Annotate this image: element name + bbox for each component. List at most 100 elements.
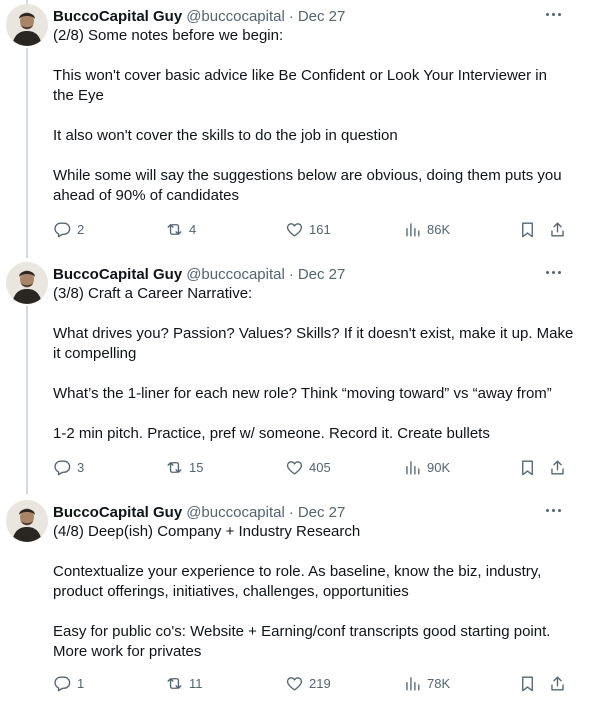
- author-handle[interactable]: @buccocapital: [186, 266, 285, 283]
- tweet[interactable]: BuccoCapital Guy @buccocapital · Dec 27 …: [0, 0, 600, 250]
- text-line: What’s the 1-liner for each new role? Th…: [53, 385, 552, 402]
- views-icon: [406, 222, 420, 237]
- share-icon: [551, 221, 564, 237]
- text-gap: [53, 106, 573, 126]
- share-button[interactable]: [548, 456, 567, 478]
- tweet-text: (4/8) Deep(ish) Company + Industry Resea…: [53, 522, 573, 662]
- separator: ·: [288, 7, 294, 25]
- like-button[interactable]: 161: [285, 218, 331, 240]
- avatar[interactable]: [6, 262, 48, 304]
- text-line: Contextualize your experience to role. A…: [53, 563, 542, 580]
- like-button[interactable]: 405: [285, 456, 331, 478]
- views-button[interactable]: 90K: [403, 456, 450, 478]
- text-line: it compelling: [53, 345, 137, 362]
- bookmark-icon: [522, 221, 533, 237]
- like-button[interactable]: 219: [285, 672, 331, 694]
- text-line: This won't cover basic advice like Be Co…: [53, 67, 547, 84]
- tweet-date[interactable]: Dec 27: [298, 8, 346, 25]
- text-line: 1-2 min pitch. Practice, pref w/ someone…: [53, 425, 490, 442]
- separator: ·: [288, 265, 294, 283]
- heart-icon: [286, 676, 303, 691]
- retweet-count: 4: [189, 221, 197, 237]
- like-count: 161: [309, 221, 331, 237]
- text-gap: [53, 404, 573, 424]
- text-gap: [53, 364, 573, 384]
- author-name[interactable]: BuccoCapital Guy: [53, 266, 182, 283]
- more-icon[interactable]: [540, 262, 566, 282]
- text-line: Easy for public co's: Website + Earning/…: [53, 623, 551, 640]
- share-button[interactable]: [548, 218, 567, 240]
- text-line: ahead of 90% of candidates: [53, 187, 239, 204]
- heart-icon: [286, 222, 303, 237]
- retweet-icon: [167, 461, 182, 473]
- text-line: the Eye: [53, 87, 104, 104]
- text-gap: [53, 46, 573, 66]
- text-gap: [53, 602, 573, 622]
- views-count: 78K: [427, 675, 451, 691]
- views-icon: [406, 676, 420, 691]
- avatar[interactable]: [6, 4, 48, 46]
- author-handle[interactable]: @buccocapital: [186, 504, 285, 521]
- reply-count: 2: [77, 221, 85, 237]
- text-gap: [53, 304, 573, 324]
- text-line: (4/8) Deep(ish) Company + Industry Resea…: [53, 523, 361, 540]
- tweet[interactable]: BuccoCapital Guy @buccocapital · Dec 27 …: [0, 496, 600, 709]
- views-button[interactable]: 86K: [403, 218, 450, 240]
- tweet-header: BuccoCapital Guy @buccocapital · Dec 27: [53, 502, 345, 522]
- views-count: 90K: [427, 459, 451, 475]
- tweet-date[interactable]: Dec 27: [298, 266, 346, 283]
- share-icon: [551, 675, 564, 691]
- views-count: 86K: [427, 221, 451, 237]
- bookmark-button[interactable]: [518, 218, 537, 240]
- retweet-button[interactable]: 15: [165, 456, 203, 478]
- text-line: (2/8) Some notes before we begin:: [53, 27, 284, 44]
- bookmark-button[interactable]: [518, 456, 537, 478]
- tweet-date[interactable]: Dec 27: [298, 504, 346, 521]
- reply-icon: [54, 675, 71, 691]
- action-bar: 2 4 161 86K: [53, 218, 573, 240]
- retweet-button[interactable]: 4: [165, 218, 196, 240]
- tweet-header: BuccoCapital Guy @buccocapital · Dec 27: [53, 264, 345, 284]
- tweet-text: (2/8) Some notes before we begin: This w…: [53, 26, 573, 206]
- share-button[interactable]: [548, 672, 567, 694]
- reply-count: 3: [77, 459, 85, 475]
- author-name[interactable]: BuccoCapital Guy: [53, 504, 182, 521]
- separator: ·: [288, 503, 294, 521]
- retweet-count: 11: [189, 675, 203, 691]
- bookmark-button[interactable]: [518, 672, 537, 694]
- bookmark-icon: [522, 459, 533, 475]
- tweet-text: (3/8) Craft a Career Narrative: What dri…: [53, 284, 573, 444]
- reply-button[interactable]: 3: [53, 456, 84, 478]
- tweet-header: BuccoCapital Guy @buccocapital · Dec 27: [53, 6, 345, 26]
- more-icon[interactable]: [540, 4, 566, 24]
- bookmark-icon: [522, 675, 533, 691]
- like-count: 405: [309, 459, 331, 475]
- reply-icon: [54, 459, 71, 475]
- avatar[interactable]: [6, 500, 48, 542]
- share-icon: [551, 459, 564, 475]
- retweet-count: 15: [189, 459, 204, 475]
- author-name[interactable]: BuccoCapital Guy: [53, 8, 182, 25]
- text-line: More work for privates: [53, 643, 202, 660]
- text-line: It also won't cover the skills to do the…: [53, 127, 398, 144]
- text-line: (3/8) Craft a Career Narrative:: [53, 285, 253, 302]
- author-handle[interactable]: @buccocapital: [186, 8, 285, 25]
- views-icon: [406, 460, 420, 475]
- heart-icon: [286, 460, 303, 475]
- retweet-button[interactable]: 11: [165, 672, 203, 694]
- text-gap: [53, 146, 573, 166]
- reply-button[interactable]: 1: [53, 672, 84, 694]
- tweet[interactable]: BuccoCapital Guy @buccocapital · Dec 27 …: [0, 258, 600, 498]
- more-icon[interactable]: [540, 500, 566, 520]
- reply-button[interactable]: 2: [53, 218, 84, 240]
- like-count: 219: [309, 675, 331, 691]
- text-line: While some will say the suggestions belo…: [53, 167, 562, 184]
- retweet-icon: [167, 223, 182, 235]
- reply-count: 1: [77, 675, 85, 691]
- text-gap: [53, 542, 573, 562]
- action-bar: 1 11 219 78K: [53, 672, 573, 694]
- text-line: product offerings, initiatives, challeng…: [53, 583, 409, 600]
- views-button[interactable]: 78K: [403, 672, 450, 694]
- text-line: What drives you? Passion? Values? Skills…: [53, 325, 574, 342]
- retweet-icon: [167, 677, 182, 689]
